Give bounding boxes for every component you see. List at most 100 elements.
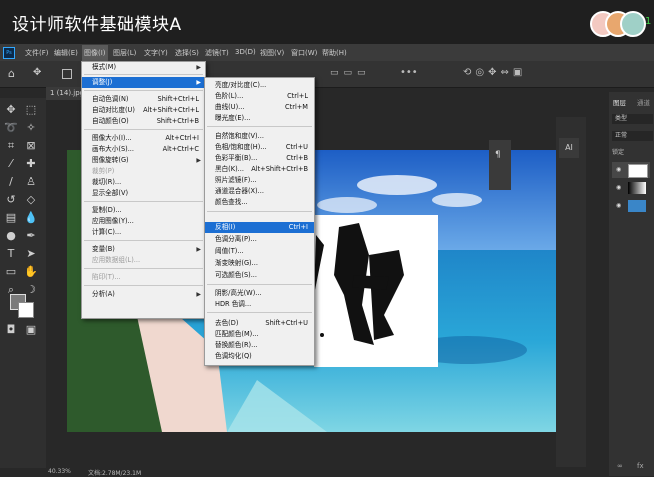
home-icon[interactable]: ⌂	[8, 67, 15, 80]
menu-help[interactable]: 帮助(H)	[322, 48, 347, 58]
background-color-swatch[interactable]	[18, 302, 34, 318]
menu-window[interactable]: 窗口(W)	[291, 48, 317, 58]
eraser-tool-icon[interactable]: ◇	[24, 194, 38, 206]
menu-item-vibrance[interactable]: 自然饱和度(V)...	[205, 131, 314, 142]
menu-item-hdr-toning[interactable]: HDR 色调...	[205, 299, 314, 310]
visibility-eye-icon[interactable]: ◉	[616, 184, 621, 191]
menu-item-trim[interactable]: 裁切(R)...	[82, 177, 205, 188]
menu-item-gradient-map[interactable]: 渐变映射(G)...	[205, 258, 314, 269]
layer-filter-select[interactable]: 类型	[612, 114, 653, 124]
shape-tool-icon[interactable]: ▭	[4, 266, 18, 278]
menu-view[interactable]: 视图(V)	[260, 48, 284, 58]
menu-image[interactable]: 图像(I)	[82, 45, 108, 61]
menu-item-invert[interactable]: 反相(I) Ctrl+I	[205, 222, 314, 233]
pen-tool-icon[interactable]: ✒	[24, 230, 38, 242]
visibility-eye-icon[interactable]: ◉	[616, 202, 621, 209]
marquee-tool-icon[interactable]: ⬚	[24, 104, 38, 116]
menu-file[interactable]: 文件(F)	[25, 48, 49, 58]
menu-item-trap[interactable]: 陷印(T)...	[82, 272, 205, 283]
menu-item-replace-color[interactable]: 替换颜色(R)...	[205, 340, 314, 351]
menu-item-match-color[interactable]: 匹配颜色(M)...	[205, 329, 314, 340]
menu-item-image-rotation[interactable]: 图像旋转(G) ▶	[82, 155, 205, 166]
menu-item-exposure[interactable]: 曝光度(E)...	[205, 113, 314, 124]
item-label: 色彩平衡(B)...	[215, 154, 258, 162]
menu-item-desaturate[interactable]: 去色(D) Shift+Ctrl+U	[205, 318, 314, 329]
lasso-tool-icon[interactable]: ➰	[4, 122, 18, 134]
menu-item-hue-saturation[interactable]: 色相/饱和度(H)... Ctrl+U	[205, 142, 314, 153]
menu-item-color-lookup[interactable]: 颜色查找...	[205, 197, 314, 208]
align-icons[interactable]: ▭▭▭	[330, 68, 371, 78]
blend-mode-select[interactable]: 正常	[612, 131, 653, 141]
visibility-eye-icon[interactable]: ◉	[616, 166, 621, 173]
menu-item-auto-tone[interactable]: 自动色调(N) Shift+Ctrl+L	[82, 94, 205, 105]
type-tool-icon[interactable]: T	[4, 248, 18, 260]
move-tool-icon[interactable]: ✥	[4, 104, 18, 116]
menu-item-photo-filter[interactable]: 照片滤镜(F)...	[205, 175, 314, 186]
zoom-level[interactable]: 40.33%	[48, 468, 71, 475]
frame-tool-icon[interactable]: ⊠	[24, 140, 38, 152]
fx-icon[interactable]: fx	[637, 462, 644, 470]
more-icon[interactable]: •••	[400, 67, 418, 78]
layer-row[interactable]: ◉	[612, 198, 650, 214]
menu-item-color-balance[interactable]: 色彩平衡(B)... Ctrl+B	[205, 153, 314, 164]
brush-tool-icon[interactable]: /	[4, 176, 18, 188]
history-brush-icon[interactable]: ↺	[4, 194, 18, 206]
menu-item-equalize[interactable]: 色调均化(Q)	[205, 351, 314, 362]
menu-edit[interactable]: 编辑(E)	[54, 48, 78, 58]
layer-row[interactable]: ◉	[612, 180, 650, 196]
eyedropper-icon[interactable]: ⁄	[4, 158, 18, 170]
hand-tool-icon[interactable]: ✋	[24, 266, 38, 278]
menu-item-levels[interactable]: 色阶(L)... Ctrl+L	[205, 91, 314, 102]
menu-item-duplicate[interactable]: 复制(D)...	[82, 205, 205, 216]
channels-tab[interactable]: 通道	[637, 97, 650, 107]
menu-item-adjustments[interactable]: 调整(J) ▶	[82, 77, 205, 88]
menu-3d[interactable]: 3D(D)	[235, 48, 256, 56]
menu-layer[interactable]: 图层(L)	[113, 48, 136, 58]
move-tool-icon[interactable]: ✥	[33, 67, 41, 78]
menu-filter[interactable]: 滤镜(T)	[205, 48, 229, 58]
path-select-icon[interactable]: ➤	[24, 248, 38, 260]
blur-tool-icon[interactable]: 💧	[24, 212, 38, 224]
auto-select-checkbox[interactable]	[62, 69, 72, 79]
ai-icon[interactable]: AI	[559, 138, 579, 158]
menu-item-black-white[interactable]: 黑白(K)... Alt+Shift+Ctrl+B	[205, 164, 314, 175]
healing-brush-icon[interactable]: ✚	[24, 158, 38, 170]
menu-select[interactable]: 选择(S)	[175, 48, 199, 58]
submenu-arrow-icon: ▶	[196, 246, 201, 253]
menu-item-apply-data-set[interactable]: 应用数据组(L)...	[82, 255, 205, 266]
layers-tab[interactable]: 图层	[613, 97, 626, 107]
menu-item-threshold[interactable]: 阈值(T)...	[205, 246, 314, 257]
menu-item-mode[interactable]: 模式(M) ▶	[82, 62, 205, 73]
menu-item-image-size[interactable]: 图像大小(I)... Alt+Ctrl+I	[82, 133, 205, 144]
menu-item-apply-image[interactable]: 应用图像(Y)...	[82, 216, 205, 227]
menu-item-variables[interactable]: 变量(B) ▶	[82, 244, 205, 255]
dodge-tool-icon[interactable]: ●	[4, 230, 18, 242]
menu-item-brightness-contrast[interactable]: 亮度/对比度(C)...	[205, 80, 314, 91]
menu-item-curves[interactable]: 曲线(U)... Ctrl+M	[205, 102, 314, 113]
3d-mode-icons[interactable]: ⟲◎✥⇔▣	[463, 67, 526, 78]
menu-item-shadows-highlights[interactable]: 阴影/高光(W)...	[205, 288, 314, 299]
menu-item-canvas-size[interactable]: 画布大小(S)... Alt+Ctrl+C	[82, 144, 205, 155]
crop-tool-icon[interactable]: ⌗	[4, 140, 18, 152]
gradient-tool-icon[interactable]: ▤	[4, 212, 18, 224]
menu-item-selective-color[interactable]: 可选颜色(S)...	[205, 270, 314, 281]
menu-item-analysis[interactable]: 分析(A) ▶	[82, 289, 205, 300]
menu-item-auto-color[interactable]: 自动颜色(O) Shift+Ctrl+B	[82, 116, 205, 127]
magic-wand-icon[interactable]: ✧	[24, 122, 38, 134]
quick-mask-icon[interactable]: ◘	[4, 324, 18, 336]
menu-item-posterize[interactable]: 色调分离(P)...	[205, 234, 314, 245]
stamp-tool-icon[interactable]: ♙	[24, 176, 38, 188]
layer-row[interactable]: ◉	[612, 162, 650, 178]
adjustments-submenu: 亮度/对比度(C)... 色阶(L)... Ctrl+L 曲线(U)... Ctrl…	[204, 77, 315, 366]
menu-item-channel-mixer[interactable]: 通道混合器(X)...	[205, 186, 314, 197]
menu-type[interactable]: 文字(Y)	[144, 48, 168, 58]
menu-item-calculations[interactable]: 计算(C)...	[82, 227, 205, 238]
banana-icon[interactable]: ☽	[24, 284, 38, 296]
item-label: 分析(A)	[92, 290, 115, 298]
menu-item-reveal-all[interactable]: 显示全部(V)	[82, 188, 205, 199]
paragraph-icon[interactable]: ¶	[495, 150, 501, 160]
menu-item-crop[interactable]: 裁剪(P)	[82, 166, 205, 177]
screen-mode-icon[interactable]: ▣	[24, 324, 38, 336]
menu-item-auto-contrast[interactable]: 自动对比度(U) Alt+Shift+Ctrl+L	[82, 105, 205, 116]
link-layers-icon[interactable]: ∞	[617, 462, 623, 470]
